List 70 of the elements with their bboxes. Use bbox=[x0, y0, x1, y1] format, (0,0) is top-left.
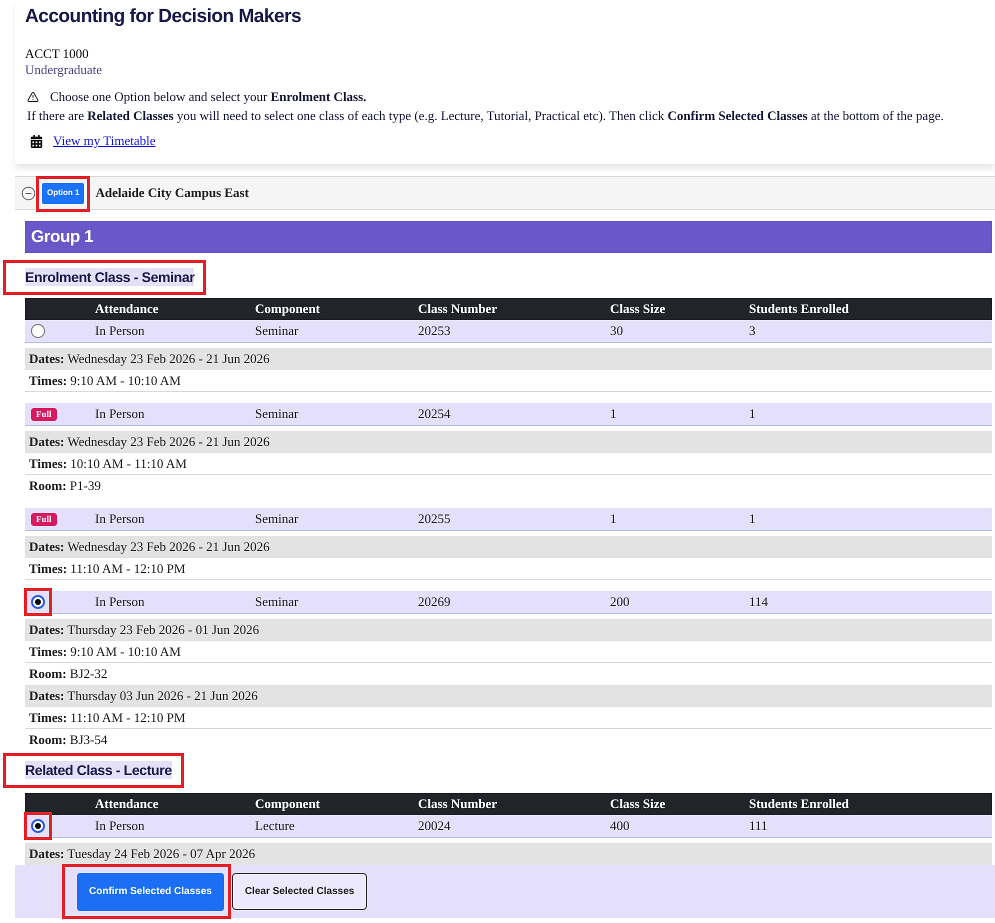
dates-text: Dates: Wednesday 23 Feb 2026 - 21 Jun 2026 bbox=[29, 350, 270, 368]
table-cell-text: 20253 bbox=[418, 322, 452, 340]
table-cell-text: 30 bbox=[610, 322, 624, 340]
column-header: Attendance bbox=[95, 795, 160, 814]
column-header: Students Enrolled bbox=[749, 795, 850, 814]
dates-text: Dates: Wednesday 23 Feb 2026 - 21 Jun 2026 bbox=[29, 433, 270, 452]
table-cell-text: In Person bbox=[95, 322, 146, 340]
campus-name: Adelaide City Campus East bbox=[95, 184, 249, 202]
dates-text: Dates: Thursday 03 Jun 2026 - 21 Jun 2026 bbox=[29, 687, 258, 706]
option-badge: Option 1 bbox=[42, 182, 84, 204]
room-text: Room: BJ3-54 bbox=[29, 731, 108, 750]
timetable-link[interactable]: View my Timetable bbox=[53, 131, 156, 151]
table-cell-text: Lecture bbox=[255, 817, 296, 836]
collapse-icon[interactable] bbox=[21, 186, 36, 200]
times-text: Times: 9:10 AM - 10:10 AM bbox=[29, 372, 181, 390]
table-cell-text: 200 bbox=[610, 593, 630, 612]
table-cell-text: 111 bbox=[749, 817, 769, 836]
column-header: Class Number bbox=[418, 300, 498, 318]
room-text: Room: P1-39 bbox=[29, 477, 101, 496]
table-cell-text: 400 bbox=[610, 817, 630, 836]
dates-text: Dates: Wednesday 23 Feb 2026 - 21 Jun 2026 bbox=[29, 538, 270, 556]
column-header: Attendance bbox=[95, 300, 160, 318]
calendar-icon bbox=[30, 134, 43, 148]
column-header: Component bbox=[255, 300, 322, 318]
course-code: ACCT 1000 bbox=[25, 46, 89, 62]
table-cell-text: Seminar bbox=[255, 593, 300, 612]
table-cell-text: 20269 bbox=[418, 593, 452, 612]
full-badge: Full bbox=[31, 512, 57, 526]
table-cell-text: Seminar bbox=[255, 510, 300, 528]
table-cell-text: 20254 bbox=[418, 405, 452, 424]
course-title: Accounting for Decision Makers bbox=[25, 5, 302, 29]
dates-text: Dates: Tuesday 24 Feb 2026 - 07 Apr 2026 bbox=[29, 845, 256, 864]
table-cell-text: 1 bbox=[749, 510, 756, 528]
times-text: Times: 11:10 AM - 12:10 PM bbox=[29, 560, 186, 578]
table-cell-text: 20024 bbox=[418, 817, 452, 836]
column-header: Class Size bbox=[610, 795, 666, 814]
table-cell-text: Seminar bbox=[255, 322, 300, 340]
column-header: Component bbox=[255, 795, 322, 814]
table-cell-text: 1 bbox=[610, 510, 618, 528]
table-cell-text: In Person bbox=[95, 510, 146, 528]
radio-button[interactable] bbox=[31, 324, 45, 338]
times-text: Times: 11:10 AM - 12:10 PM bbox=[29, 708, 186, 727]
times-text: Times: 9:10 AM - 10:10 AM bbox=[29, 642, 181, 661]
column-header: Students Enrolled bbox=[749, 300, 850, 318]
section-heading: Enrolment Class - Seminar bbox=[25, 268, 194, 286]
clear-button[interactable]: Clear Selected Classes bbox=[232, 873, 368, 910]
table-cell-text: 1 bbox=[749, 405, 756, 424]
table-cell-text: 20255 bbox=[418, 510, 452, 528]
table-cell-text: In Person bbox=[95, 593, 146, 612]
section-heading: Related Class - Lecture bbox=[25, 761, 172, 779]
confirm-button[interactable]: Confirm Selected Classes bbox=[77, 872, 224, 910]
group-header: Group 1 bbox=[25, 221, 992, 253]
table-cell-text: In Person bbox=[95, 817, 146, 836]
dates-text: Dates: Thursday 23 Feb 2026 - 01 Jun 2026 bbox=[29, 621, 260, 640]
room-text: Room: BJ2-32 bbox=[29, 665, 108, 684]
table-cell-text: In Person bbox=[95, 405, 146, 424]
table-cell-text: 3 bbox=[749, 322, 756, 340]
radio-button[interactable] bbox=[31, 819, 45, 833]
column-header: Class Number bbox=[418, 795, 498, 814]
table-cell-text: 1 bbox=[610, 405, 618, 424]
warning-icon bbox=[27, 90, 39, 102]
column-header: Class Size bbox=[610, 300, 666, 318]
radio-button[interactable] bbox=[31, 595, 45, 609]
table-cell-text: 114 bbox=[749, 593, 770, 612]
notice-text: If there are Related Classes you will need to select one class of each type (e.g. Lecture, Tutorial, Practical etc). Then click Confirm Selected Classes at the bottom of the page. bbox=[27, 106, 944, 125]
full-badge: Full bbox=[31, 408, 57, 420]
notice-text: Choose one Option below and select your Enrolment Class. bbox=[50, 88, 366, 106]
table-cell-text: Seminar bbox=[255, 405, 300, 424]
course-career: Undergraduate bbox=[25, 62, 102, 78]
times-text: Times: 10:10 AM - 11:10 AM bbox=[29, 454, 187, 473]
